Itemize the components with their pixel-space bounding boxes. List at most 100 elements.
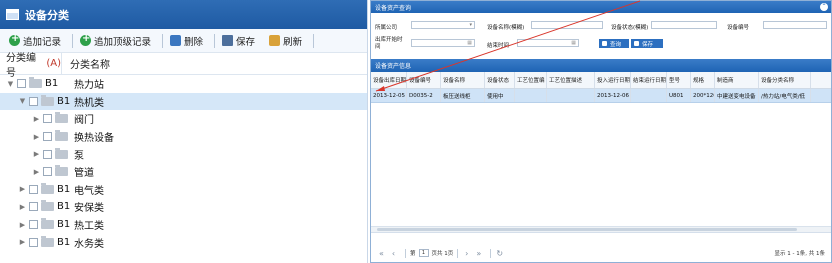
query-title: 设备资产查询: [375, 4, 412, 12]
tree-checkbox[interactable]: [29, 184, 38, 194]
delete-label: 删除: [184, 36, 204, 48]
grid-column-header[interactable]: 设备名称: [441, 72, 485, 88]
tree-row[interactable]: ▶ B1 安保类: [0, 198, 367, 216]
tree-checkbox[interactable]: [29, 220, 38, 230]
expanded-arrow-icon[interactable]: ▼: [18, 97, 27, 105]
grid-column-header[interactable]: 制造商: [715, 72, 759, 88]
collapsed-arrow-icon[interactable]: ▶: [32, 115, 41, 123]
tree-checkbox[interactable]: [43, 167, 52, 177]
tree-checkbox[interactable]: [43, 149, 52, 159]
query-form: 所属公司 ▾ 设备名称(模糊) 设备状态(模糊) 设备编号 出库开始时间 ▦ 结…: [371, 13, 831, 59]
end-time-input[interactable]: ▦: [517, 39, 579, 47]
tree-checkbox[interactable]: [29, 96, 38, 106]
collapse-icon[interactable]: ⌃: [820, 3, 828, 11]
collapsed-arrow-icon[interactable]: ▶: [32, 150, 41, 158]
grid-column-header[interactable]: 工艺位置编: [515, 72, 547, 88]
tree-code: B1: [57, 236, 71, 248]
grid-column-header[interactable]: 设备出库日期: [371, 72, 407, 88]
tree-row[interactable]: ▶ B1 电气类: [0, 181, 367, 199]
refresh-icon[interactable]: ↻: [495, 249, 504, 258]
tree-row[interactable]: ▶ B1 热工类: [0, 216, 367, 234]
query-save-label: 保存: [642, 41, 654, 48]
asset-info-title: 设备资产信息: [375, 63, 412, 70]
collapsed-arrow-icon[interactable]: ▶: [18, 238, 27, 246]
company-select[interactable]: ▾: [411, 21, 475, 29]
pager-divider: [405, 248, 406, 258]
tree-row[interactable]: ▶ 换热设备: [0, 128, 367, 146]
collapsed-arrow-icon[interactable]: ▶: [18, 203, 27, 211]
page-total: 页共 1页: [431, 251, 454, 257]
add-top-record-button[interactable]: 追加顶级记录: [75, 32, 156, 50]
first-page-icon[interactable]: «: [377, 249, 386, 258]
tree-code: B1: [57, 95, 71, 107]
device-status-label: 设备状态(模糊): [611, 25, 649, 31]
folder-icon: [41, 182, 54, 194]
tree-checkbox[interactable]: [43, 132, 52, 142]
tree-row[interactable]: ▼ B1 热机类: [0, 92, 367, 111]
tree-row[interactable]: ▶ B1 水务类: [0, 233, 367, 251]
pager-divider: [490, 248, 492, 258]
asset-panel: 设备资产查询 ⌃ 所属公司 ▾ 设备名称(模糊) 设备状态(模糊) 设备编号 出…: [370, 0, 832, 263]
column-name-header[interactable]: 分类名称: [62, 56, 110, 71]
grid-column-header[interactable]: 结束运行日期: [631, 72, 667, 88]
query-header: 设备资产查询 ⌃: [371, 1, 831, 13]
prev-page-icon[interactable]: ‹: [389, 249, 398, 258]
tree-row[interactable]: ▶ 管道: [0, 163, 367, 181]
grid-column-header[interactable]: 设备编号: [407, 72, 441, 88]
folder-icon: [55, 147, 68, 159]
page-input[interactable]: 1: [418, 249, 429, 257]
tree-name: 热力站: [74, 80, 104, 92]
page-label: 第: [410, 251, 416, 257]
device-code-input[interactable]: [763, 21, 827, 29]
tree-checkbox[interactable]: [17, 79, 26, 89]
column-code-header[interactable]: 分类编号 (A): [0, 53, 62, 79]
grid-column-header[interactable]: 型号: [667, 72, 691, 88]
query-save-button[interactable]: 保存: [631, 39, 663, 48]
folder-icon: [41, 235, 54, 247]
table-cell: /热力站/电气类/低: [759, 89, 811, 102]
search-icon: [602, 41, 607, 46]
tree-code: B1: [57, 201, 71, 213]
tree-row[interactable]: ▼ B1 热力站: [0, 75, 367, 93]
add-icon: [9, 33, 20, 46]
tree-row[interactable]: ▶ 阀门: [0, 110, 367, 128]
category-toolbar: 追加记录 追加顶级记录 删除 保存 刷新: [0, 29, 367, 53]
device-status-input[interactable]: [651, 21, 717, 29]
collapsed-arrow-icon[interactable]: ▶: [32, 168, 41, 176]
grid-column-header[interactable]: 设备分类名称: [759, 72, 811, 88]
folder-icon: [41, 218, 54, 230]
save-label: 保存: [236, 36, 256, 48]
table-cell: 板压送线柜: [441, 89, 485, 102]
collapsed-arrow-icon[interactable]: ▶: [32, 133, 41, 141]
refresh-label: 刷新: [283, 36, 303, 48]
tree-code: B1: [57, 183, 71, 195]
tree-checkbox[interactable]: [29, 202, 38, 212]
grid-column-header[interactable]: 投入运行日期: [595, 72, 631, 88]
tree-checkbox[interactable]: [29, 237, 38, 247]
grid-column-header[interactable]: 工艺位置描述: [547, 72, 595, 88]
collapsed-arrow-icon[interactable]: ▶: [18, 221, 27, 229]
tree-checkbox[interactable]: [43, 114, 52, 124]
table-cell: D0035-2: [407, 89, 441, 102]
tree-row[interactable]: ▶ 泵: [0, 145, 367, 163]
grid-column-header[interactable]: 规格: [691, 72, 715, 88]
folder-icon: [41, 200, 54, 212]
grid-column-header[interactable]: 设备状态: [485, 72, 515, 88]
scrollbar-thumb[interactable]: [377, 228, 797, 231]
expanded-arrow-icon[interactable]: ▼: [6, 80, 15, 88]
delete-button[interactable]: 删除: [165, 32, 208, 50]
last-page-icon[interactable]: »: [474, 249, 483, 258]
from-date-input[interactable]: ▦: [411, 39, 475, 47]
save-button[interactable]: 保存: [217, 32, 260, 50]
end-time-label: 结束时间: [487, 43, 510, 49]
query-button[interactable]: 查询: [599, 39, 629, 48]
refresh-button[interactable]: 刷新: [264, 32, 307, 50]
calendar-icon: ▦: [467, 40, 472, 46]
next-page-icon[interactable]: ›: [462, 249, 471, 258]
table-row[interactable]: 2013-12-05 D0035-2 板压送线柜 使用中 2013-12-06 U801 2…: [371, 89, 831, 103]
window-icon: [6, 9, 19, 20]
collapsed-arrow-icon[interactable]: ▶: [18, 185, 27, 193]
horizontal-scrollbar[interactable]: [371, 226, 831, 232]
device-name-input[interactable]: [531, 21, 603, 29]
add-record-button[interactable]: 追加记录: [4, 32, 66, 50]
